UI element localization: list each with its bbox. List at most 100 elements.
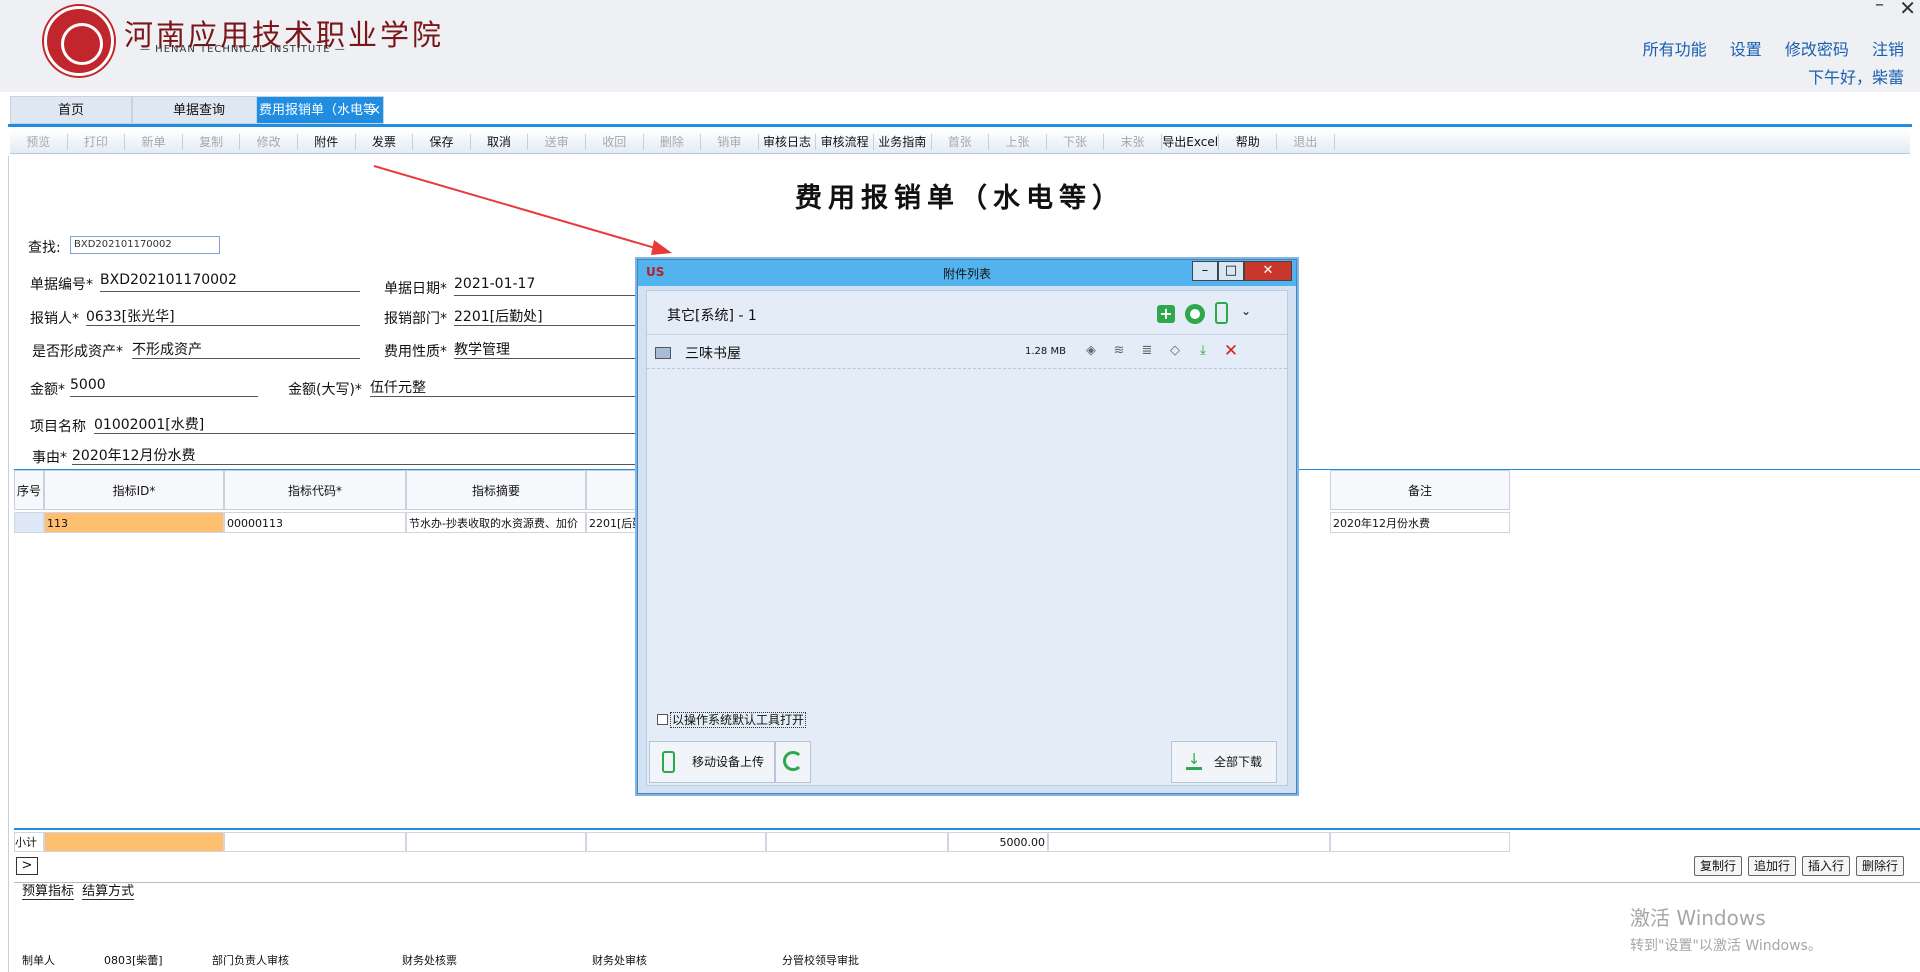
expand-chevron-icon[interactable]: > [16,857,38,875]
attachment-file-row[interactable]: 三味书屋 1.28 MB ◈ ≋ ≣ ◇ ⤓ ✕ [647,335,1287,369]
toolbar-button-5[interactable]: 附件 [298,133,356,150]
col-header-remark[interactable]: 备注 [1330,470,1510,510]
download-all-icon: ↓ [1186,750,1202,770]
nav-all-functions[interactable]: 所有功能 [1643,40,1707,59]
open-with-default-tool[interactable]: 以操作系统默认工具打开 [657,711,807,728]
toolbar-button-16: 首张 [932,133,990,150]
activation-line-1: 激活 Windows [1630,906,1766,930]
row-seq-cell[interactable] [14,512,44,533]
amount-cn-field[interactable]: 伍仟元整 [370,377,638,397]
attachment-dialog: US 附件列表 – □ ✕ 其它[系统] - 1 + ⌄ 三味书屋 1.28 M… [637,259,1297,794]
open-default-checkbox[interactable] [657,714,668,725]
asset-field[interactable]: 不形成资产 [132,339,360,359]
subtotal-cell-id [44,832,224,852]
download-icon[interactable]: ⤓ [1195,344,1211,358]
toolbar-button-4: 修改 [240,133,298,150]
delete-x-icon[interactable]: ✕ [1223,343,1239,360]
toolbar-button-11: 删除 [644,133,702,150]
amount-field[interactable]: 5000 [70,377,258,397]
dept-field[interactable]: 2201[后勤处] [454,306,638,326]
tab-doc-query[interactable]: 单据查询 [132,96,266,124]
reason-field[interactable]: 2020年12月份水费 [72,445,638,465]
doc-no-label: 单据编号* [30,277,93,293]
open-default-label[interactable]: 以操作系统默认工具打开 [670,712,807,728]
subtotal-cell-remark [1330,832,1510,852]
toolbar-button-14[interactable]: 审核流程 [816,133,874,150]
dialog-maximize-icon[interactable]: □ [1218,261,1244,281]
delete-row-button[interactable]: 删除行 [1855,856,1904,876]
dialog-titlebar[interactable]: US 附件列表 – □ ✕ [638,260,1296,286]
mobile-upload-button[interactable]: 移动设备上传 [649,741,775,783]
tab-home[interactable]: 首页 [10,96,132,124]
tab-close-icon[interactable]: × [370,97,381,123]
search-label: 查找: [28,240,61,256]
toolbar-button-7[interactable]: 保存 [413,133,471,150]
layers-stack-icon[interactable]: ◇ [1167,344,1183,358]
tab-budget-index[interactable]: 预算指标 [22,884,75,900]
search-input[interactable]: BXD202101170002 [70,236,220,254]
claimant-label: 报销人* [30,311,79,327]
layers-edit-icon[interactable]: ≋ [1111,344,1127,358]
institute-seal-logo [44,6,114,76]
attachment-file-size: 1.28 MB [1025,346,1066,357]
refresh-icon [783,751,803,771]
copy-row-button[interactable]: 复制行 [1693,856,1742,876]
camera-capture-icon[interactable] [1185,304,1205,324]
refresh-button[interactable] [775,741,811,783]
reason-label: 事由* [32,450,67,466]
row-remark-cell[interactable]: 2020年12月份水费 [1330,512,1510,533]
toolbar-button-3: 复制 [183,133,241,150]
append-row-button[interactable]: 追加行 [1747,856,1796,876]
nav-logout[interactable]: 注销 [1872,40,1904,59]
mobile-phone-icon[interactable] [1215,302,1228,324]
toolbar: 预览 打印 新单 复制 修改 附件 发票 保存 取消 送审 收回 删除 销审 审核日志 审核流程 业务指南 首张… [10,130,1910,154]
attachment-group-row: 其它[系统] - 1 + ⌄ [647,291,1287,335]
amount-cn-label: 金额(大写)* [288,382,362,398]
toolbar-button-13[interactable]: 审核日志 [759,133,817,150]
col-header-index-id[interactable]: 指标ID* [44,470,224,510]
claimant-field[interactable]: 0633[张光华] [86,306,360,326]
tab-settlement[interactable]: 结算方式 [82,884,135,900]
toolbar-button-15[interactable]: 业务指南 [874,133,932,150]
subtotal-cell-dept [586,832,766,852]
image-file-icon [655,347,671,359]
nature-field[interactable]: 教学管理 [454,339,638,359]
col-header-index-summary[interactable]: 指标摘要 [406,470,586,510]
project-label: 项目名称 [30,419,86,435]
layers-move-icon[interactable]: ≣ [1139,344,1155,358]
toolbar-button-20[interactable]: 导出Excel [1162,133,1220,150]
insert-row-button[interactable]: 插入行 [1801,856,1850,876]
layers-view-icon[interactable]: ◈ [1083,344,1099,358]
tab-expense-form[interactable]: 费用报销单（水电等 × [256,96,384,124]
toolbar-button-19: 末张 [1104,133,1162,150]
subtotal-cell-code [224,832,406,852]
download-all-button[interactable]: ↓ 全部下载 [1171,741,1277,783]
tab-expense-form-label: 费用报销单（水电等 [259,103,377,118]
row-index-id-cell[interactable]: 113 [44,512,224,533]
toolbar-button-18: 下张 [1047,133,1105,150]
row-summary-cell[interactable]: 节水办-抄表收取的水资源费、加价 [406,512,586,533]
row-index-code-cell[interactable]: 00000113 [224,512,406,533]
subtotal-amount: 5000.00 [948,832,1048,852]
toolbar-button-21[interactable]: 帮助 [1219,133,1278,150]
dialog-minimize-icon[interactable]: – [1192,261,1218,281]
attachment-file-name[interactable]: 三味书屋 [685,343,741,363]
window-close-icon[interactable]: ✕ [1899,0,1916,20]
col-header-seq: 序号 [14,470,44,510]
nav-change-password[interactable]: 修改密码 [1785,40,1849,59]
add-attachment-icon[interactable]: + [1157,305,1175,323]
download-all-label: 全部下载 [1214,755,1263,769]
dialog-close-icon[interactable]: ✕ [1244,261,1292,281]
window-minimize-icon[interactable]: – [1875,0,1884,15]
project-field[interactable]: 01002001[水费] [94,414,638,434]
doc-no-field[interactable]: BXD202101170002 [100,272,360,292]
attachment-group-name: 其它[系统] - 1 [667,308,757,324]
app-header: 河南应用技术职业学院 — HENAN TECHNICAL INSTITUTE —… [0,0,1920,92]
chevron-down-icon[interactable]: ⌄ [1241,304,1251,318]
date-field[interactable]: 2021-01-17 [454,276,638,296]
toolbar-button-8[interactable]: 取消 [471,133,529,150]
toolbar-button-6[interactable]: 发票 [356,133,414,150]
nav-settings[interactable]: 设置 [1730,40,1762,59]
col-header-index-code[interactable]: 指标代码* [224,470,406,510]
nature-label: 费用性质* [384,344,447,360]
